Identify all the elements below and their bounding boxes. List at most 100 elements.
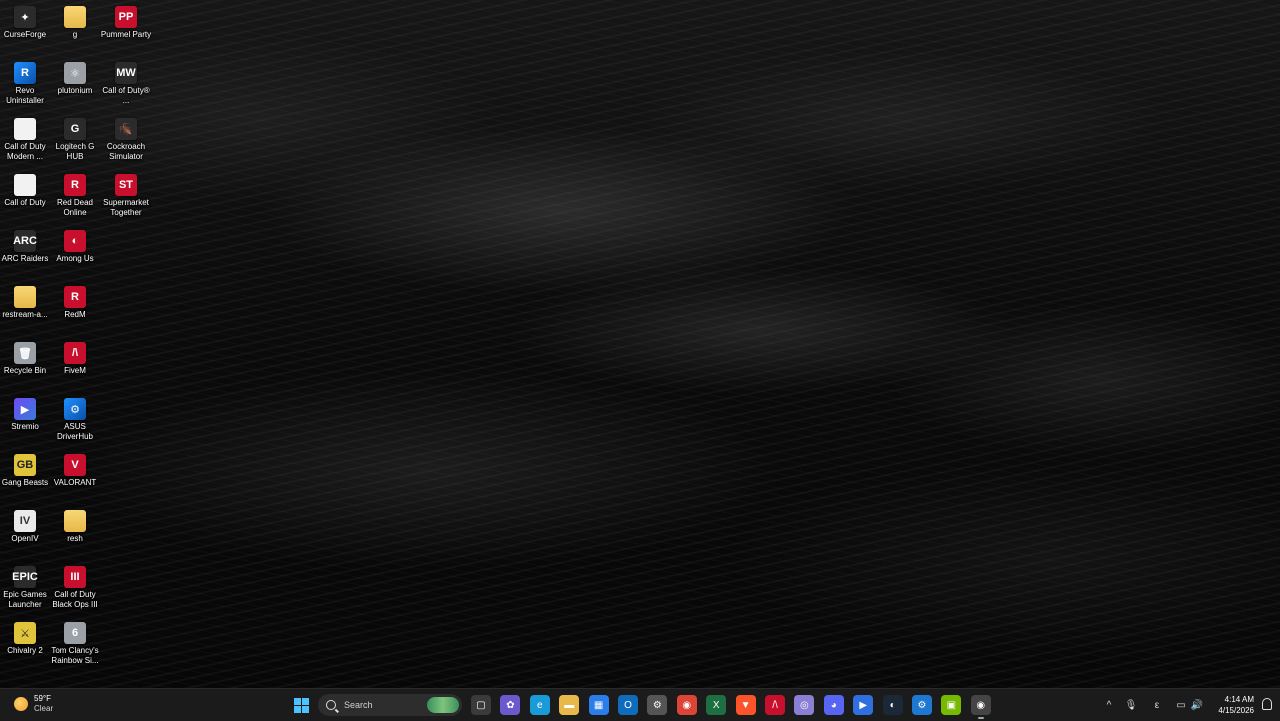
desktop-icon[interactable]: ⚔ Chivalry 2: [0, 618, 50, 674]
network-icon[interactable]: ▭: [1173, 695, 1189, 715]
desktop-icon[interactable]: R RedM: [50, 282, 100, 338]
fivem-icon: /\: [64, 342, 86, 364]
desktop-icon[interactable]: III Call of Duty Black Ops III: [50, 562, 100, 618]
nvidia-taskbar-icon[interactable]: ▣: [941, 695, 962, 715]
excel-taskbar-icon[interactable]: X: [706, 695, 727, 715]
desktop-icon-label: RedM: [64, 310, 86, 319]
supermarket-together-icon: ST: [115, 174, 137, 196]
clock[interactable]: 4:14 AM 4/15/2026: [1208, 694, 1254, 716]
desktop-icon-label: VALORANT: [53, 478, 97, 487]
desktop-icon-label: Call of Duty Black Ops III: [52, 590, 98, 609]
desktop-icon[interactable]: Call of Duty Modern ...: [0, 114, 50, 170]
steam-taskbar-icon[interactable]: ◐: [882, 695, 903, 715]
search-icon: [326, 700, 336, 710]
fivem-taskbar-taskbar-icon[interactable]: /\: [765, 695, 785, 715]
task-view-taskbar-icon[interactable]: ▢: [471, 695, 491, 715]
cockroach-simulator-icon: 🪳: [115, 118, 137, 140]
weather-condition: Clear: [34, 704, 54, 713]
desktop-icon[interactable]: ◐ Among Us: [50, 226, 100, 282]
red-dead-online-icon: R: [64, 174, 86, 196]
desktop-icon[interactable]: restream-a...: [0, 282, 50, 338]
windows-logo-icon: [293, 697, 309, 713]
desktop-icon[interactable]: ✦ CurseForge: [0, 2, 50, 58]
desktop-icon[interactable]: V VALORANT: [50, 450, 100, 506]
discord-taskbar-icon[interactable]: ◕: [823, 695, 844, 715]
desktop-icon[interactable]: 🪳 Cockroach Simulator: [101, 114, 151, 170]
desktop-icon-label: Stremio: [11, 422, 39, 431]
folder-icon: [64, 6, 86, 28]
taskbar: 59°F Clear Search ^ 🎙 ε ▭ 🔊 4:14 AM 4/15…: [0, 688, 1280, 721]
desktop-icon-label: ARC Raiders: [1, 254, 49, 263]
microphone-icon[interactable]: 🎙: [1123, 695, 1139, 715]
app-circle-taskbar-icon[interactable]: ◎: [794, 695, 815, 715]
desktop-icon[interactable]: 🗑 Recycle Bin: [0, 338, 50, 394]
desktop-icon[interactable]: R Revo Uninstaller: [0, 58, 50, 114]
recycle-bin-icon: 🗑: [14, 342, 36, 364]
openiv-icon: IV: [14, 510, 36, 532]
curseforge-icon: ✦: [14, 6, 36, 28]
desktop-icon-label: Cockroach Simulator: [106, 142, 146, 161]
volume-icon[interactable]: 🔊: [1189, 695, 1205, 715]
valorant-icon: V: [64, 454, 86, 476]
folder-icon: [14, 286, 36, 308]
desktop-icon-label: Revo Uninstaller: [6, 86, 44, 105]
search-box[interactable]: Search: [318, 694, 462, 716]
desktop-icon[interactable]: Call of Duty: [0, 170, 50, 226]
desktop-icon-label: Pummel Party: [100, 30, 152, 39]
desktop-icon-label: Among Us: [56, 254, 94, 263]
desktop-icon-label: Red Dead Online: [56, 198, 94, 217]
microsoft-store-taskbar-icon[interactable]: ▦: [588, 695, 609, 715]
revo-uninstaller-icon: R: [14, 62, 36, 84]
language-indicator[interactable]: ε: [1149, 695, 1165, 715]
desktop-icon[interactable]: IV OpenIV: [0, 506, 50, 562]
start-button[interactable]: [291, 695, 311, 715]
copilot-taskbar-icon[interactable]: ✿: [500, 695, 521, 715]
desktop-icon[interactable]: ARC ARC Raiders: [0, 226, 50, 282]
desktop-icon[interactable]: G Logitech G HUB: [50, 114, 100, 170]
stremio-icon: ▶: [14, 398, 36, 420]
desktop-icon[interactable]: g: [50, 2, 100, 58]
sun-icon: [14, 697, 28, 711]
desktop-icon-label: OpenIV: [11, 534, 39, 543]
desktop-icon[interactable]: ST Supermarket Together: [101, 170, 151, 226]
desktop[interactable]: ✦ CurseForge g PP Pummel Party R Revo Uninstal…: [0, 0, 1280, 688]
desktop-icon[interactable]: EPIC Epic Games Launcher: [0, 562, 50, 618]
chivalry-2-icon: ⚔: [14, 622, 36, 644]
epic-games-icon: EPIC: [12, 566, 38, 588]
pummel-party-icon: PP: [115, 6, 137, 28]
desktop-icon[interactable]: PP Pummel Party: [101, 2, 151, 58]
desktop-icon[interactable]: R Red Dead Online: [50, 170, 100, 226]
desktop-icon[interactable]: ⚙ ASUS DriverHub: [50, 394, 100, 450]
app-blue-taskbar-icon[interactable]: ▶: [853, 695, 874, 715]
arc-raiders-icon: ARC: [13, 230, 37, 252]
show-hidden-icons-chevron-icon[interactable]: ^: [1101, 695, 1117, 715]
desktop-icon-label: plutonium: [57, 86, 93, 95]
desktop-icon-label: Recycle Bin: [3, 366, 47, 375]
call-of-duty-icon: MW: [115, 62, 137, 84]
desktop-icon-label: resh: [67, 534, 83, 543]
brave-taskbar-icon[interactable]: ▼: [735, 695, 756, 715]
desktop-icon[interactable]: 6 Tom Clancy's Rainbow Si...: [50, 618, 100, 674]
desktop-icon-label: CurseForge: [3, 30, 47, 39]
weather-widget[interactable]: 59°F Clear: [14, 694, 53, 714]
obs-active-taskbar-icon[interactable]: ◉: [970, 695, 991, 719]
weather-temp: 59°F: [34, 694, 51, 703]
desktop-icon[interactable]: /\ FiveM: [50, 338, 100, 394]
desktop-icon[interactable]: ⚛ plutonium: [50, 58, 100, 114]
outlook-taskbar-icon[interactable]: O: [618, 695, 638, 715]
asus-app-taskbar-icon[interactable]: ⚙: [912, 695, 932, 715]
desktop-icon[interactable]: MW Call of Duty® ...: [101, 58, 151, 114]
file-explorer-taskbar-icon[interactable]: ▬: [559, 695, 580, 715]
desktop-icon-label: ASUS DriverHub: [56, 422, 93, 441]
desktop-icon-label: FiveM: [64, 366, 86, 375]
desktop-icon[interactable]: resh: [50, 506, 100, 562]
clock-date: 4/15/2026: [1218, 706, 1254, 715]
desktop-icon-label: Chivalry 2: [7, 646, 43, 655]
chrome-taskbar-icon[interactable]: ◉: [676, 695, 697, 715]
desktop-icon[interactable]: GB Gang Beasts: [0, 450, 50, 506]
notification-bell-icon[interactable]: [1262, 698, 1272, 710]
settings-taskbar-icon[interactable]: ⚙: [647, 695, 668, 715]
desktop-icon[interactable]: ▶ Stremio: [0, 394, 50, 450]
desktop-icon-label: Logitech G HUB: [55, 142, 95, 161]
edge-taskbar-icon[interactable]: e: [529, 695, 550, 715]
